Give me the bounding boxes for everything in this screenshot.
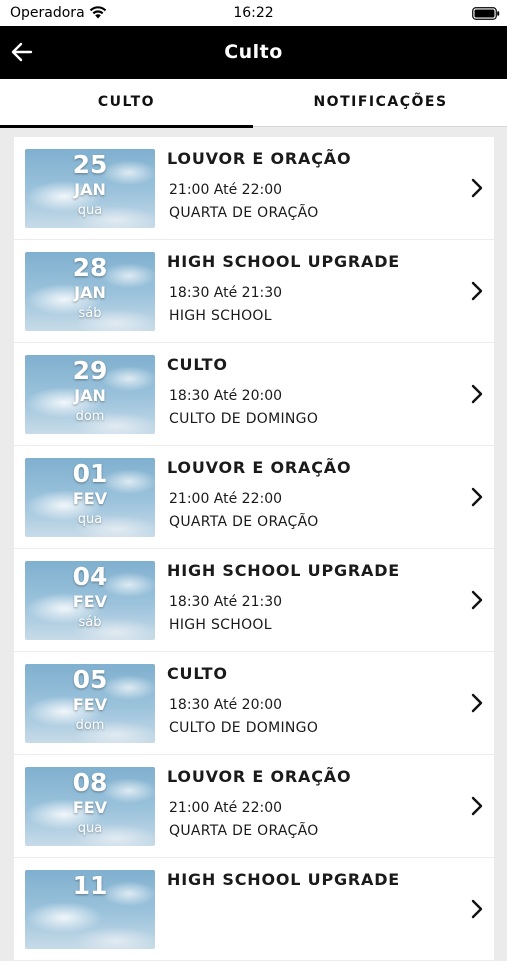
event-weekday: qua [77, 512, 103, 527]
event-month: JAN [74, 386, 106, 405]
event-month: FEV [72, 798, 108, 817]
event-type: HIGH SCHOOL [169, 617, 272, 633]
event-day: 11 [72, 871, 108, 900]
event-item[interactable]: 08 FEV qua LOUVOR E ORAÇÃO 21:00 Até 22:… [14, 755, 494, 858]
event-item[interactable]: 04 FEV sáb HIGH SCHOOL UPGRADE 18:30 Até… [14, 549, 494, 652]
event-day: 29 [72, 356, 108, 385]
event-weekday: qua [77, 821, 103, 836]
event-item[interactable]: 25 JAN qua LOUVOR E ORAÇÃO 21:00 Até 22:… [14, 137, 494, 240]
event-type: QUARTA DE ORAÇÃO [169, 205, 319, 221]
event-month: JAN [74, 283, 106, 302]
event-weekday: sáb [78, 615, 102, 630]
event-month: FEV [72, 489, 108, 508]
event-time: 18:30 Até 21:30 [169, 285, 283, 301]
chevron-right-icon [471, 178, 483, 198]
event-time: 18:30 Até 20:00 [169, 697, 283, 713]
event-time: 21:00 Até 22:00 [169, 182, 283, 198]
event-weekday: sáb [78, 306, 102, 321]
battery-icon [472, 7, 500, 20]
event-day: 04 [72, 562, 108, 591]
status-time: 16:22 [233, 5, 274, 21]
event-month: JAN [74, 180, 106, 199]
event-title: HIGH SCHOOL UPGRADE [167, 870, 401, 889]
event-title: HIGH SCHOOL UPGRADE [167, 252, 401, 271]
chevron-right-icon [471, 693, 483, 713]
event-title: CULTO [167, 664, 228, 683]
event-day: 08 [72, 768, 108, 797]
event-date-thumbnail: 05 FEV dom [25, 664, 155, 743]
tab-notificacoes[interactable]: NOTIFICAÇÕES [254, 79, 507, 127]
event-weekday: dom [75, 409, 105, 424]
event-title: LOUVOR E ORAÇÃO [167, 149, 352, 168]
event-date-thumbnail: 29 JAN dom [25, 355, 155, 434]
event-day: 25 [72, 150, 108, 179]
event-weekday: dom [75, 718, 105, 733]
event-item[interactable]: 05 FEV dom CULTO 18:30 Até 20:00 CULTO D… [14, 652, 494, 755]
event-list: 25 JAN qua LOUVOR E ORAÇÃO 21:00 Até 22:… [14, 137, 494, 961]
event-item[interactable]: 11 HIGH SCHOOL UPGRADE [14, 858, 494, 961]
page-title: Culto [224, 41, 283, 63]
event-type: HIGH SCHOOL [169, 308, 272, 324]
event-day: 28 [72, 253, 108, 282]
event-type: QUARTA DE ORAÇÃO [169, 514, 319, 530]
chevron-right-icon [471, 281, 483, 301]
chevron-right-icon [471, 796, 483, 816]
chevron-right-icon [471, 487, 483, 507]
event-type: CULTO DE DOMINGO [169, 720, 319, 736]
event-day: 05 [72, 665, 108, 694]
event-item[interactable]: 29 JAN dom CULTO 18:30 Até 20:00 CULTO D… [14, 343, 494, 446]
tab-culto[interactable]: CULTO [0, 79, 253, 128]
event-title: HIGH SCHOOL UPGRADE [167, 561, 401, 580]
event-title: LOUVOR E ORAÇÃO [167, 767, 352, 786]
event-time: 18:30 Até 21:30 [169, 594, 283, 610]
event-item[interactable]: 01 FEV qua LOUVOR E ORAÇÃO 21:00 Até 22:… [14, 446, 494, 549]
event-time: 21:00 Até 22:00 [169, 800, 283, 816]
event-date-thumbnail: 04 FEV sáb [25, 561, 155, 640]
event-month: FEV [72, 695, 108, 714]
event-item[interactable]: 28 JAN sáb HIGH SCHOOL UPGRADE 18:30 Até… [14, 240, 494, 343]
event-title: CULTO [167, 355, 228, 374]
event-date-thumbnail: 25 JAN qua [25, 149, 155, 228]
chevron-right-icon [471, 590, 483, 610]
event-date-thumbnail: 11 [25, 870, 155, 949]
event-time: 18:30 Até 20:00 [169, 388, 283, 404]
status-bar: Operadora 16:22 [0, 0, 507, 26]
event-date-thumbnail: 08 FEV qua [25, 767, 155, 846]
event-title: LOUVOR E ORAÇÃO [167, 458, 352, 477]
event-date-thumbnail: 28 JAN sáb [25, 252, 155, 331]
event-date-thumbnail: 01 FEV qua [25, 458, 155, 537]
event-month: FEV [72, 592, 108, 611]
event-weekday: qua [77, 203, 103, 218]
chevron-right-icon [471, 899, 483, 919]
event-type: QUARTA DE ORAÇÃO [169, 823, 319, 839]
event-type: CULTO DE DOMINGO [169, 411, 319, 427]
tab-bar: CULTO NOTIFICAÇÕES [0, 79, 507, 128]
navigation-bar: Culto [0, 26, 507, 79]
event-time: 21:00 Até 22:00 [169, 491, 283, 507]
event-day: 01 [72, 459, 108, 488]
chevron-right-icon [471, 384, 483, 404]
